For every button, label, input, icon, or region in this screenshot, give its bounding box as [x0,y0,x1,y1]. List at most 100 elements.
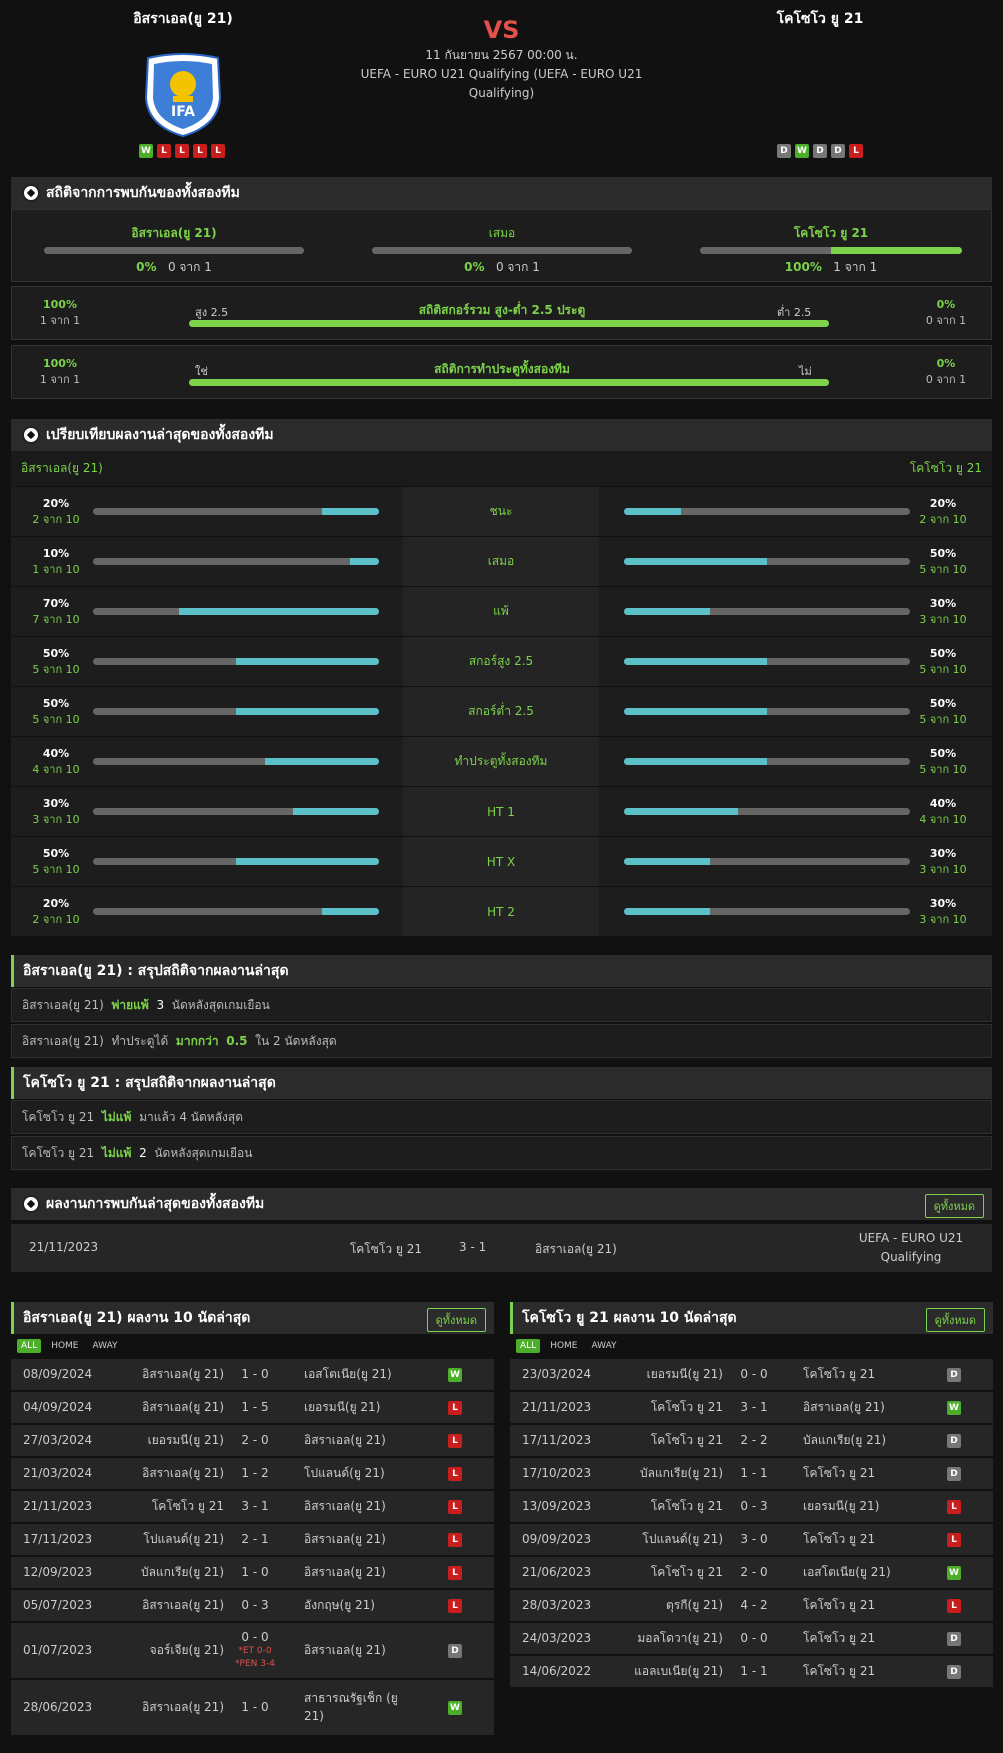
match-row[interactable]: 05/07/2023 อิสราเอล(ยู 21) 0 - 3 อังกฤษ(ยู … [11,1590,494,1621]
match-away[interactable]: บัลแกเรีย(ยู 21) [803,1425,913,1456]
match-row[interactable]: 23/03/2024 เยอรมนี(ยู 21) 0 - 0 โคโซโว ยู 2… [510,1359,993,1390]
match-away[interactable]: อังกฤษ(ยู 21) [304,1590,414,1621]
match-away[interactable]: อิสราเอล(ยู 21) [304,1557,414,1588]
compare-home-team[interactable]: อิสราเอล(ยู 21) [21,451,103,486]
home-pct: 70% 7 จาก 10 [26,596,86,628]
tab-home[interactable]: HOME [546,1339,581,1353]
match-away[interactable]: อิสราเอล(ยู 21) [304,1491,414,1522]
match-row[interactable]: 17/11/2023 โปแลนด์(ยู 21) 2 - 1 อิสราเอล(ยู… [11,1524,494,1555]
match-home[interactable]: โคโซโว ยู 21 [651,1557,723,1588]
home-team-logo[interactable]: IFA [140,52,226,138]
match-home[interactable]: อิสราเอล(ยู 21) [142,1359,224,1390]
away-bar-fill [624,758,767,765]
match-away[interactable]: โคโซโว ยู 21 [803,1524,913,1555]
match-home[interactable]: โคโซโว ยู 21 [651,1425,723,1456]
match-away[interactable]: อิสราเอล(ยู 21) [803,1392,913,1423]
match-away[interactable]: เอสโตเนีย(ยู 21) [304,1359,414,1390]
compare-label: HT 2 [403,887,599,936]
match-row[interactable]: 08/09/2024 อิสราเอล(ยู 21) 1 - 0 เอสโตเนีย(… [11,1359,494,1390]
recent-h2h-row[interactable]: 21/11/2023 โคโซโว ยู 21 3 - 1 อิสราเอล(ย… [11,1224,992,1272]
tab-away[interactable]: AWAY [89,1339,122,1353]
tab-home[interactable]: HOME [47,1339,82,1353]
home-pct-value: 50% [42,697,70,710]
match-row[interactable]: 04/09/2024 อิสราเอล(ยู 21) 1 - 5 เยอรมนี(ยู… [11,1392,494,1423]
match-home[interactable]: โปแลนด์(ยู 21) [143,1524,224,1555]
match-home[interactable]: โคโซโว ยู 21 [350,1240,422,1259]
match-home[interactable]: มอลโดวา(ยู 21) [637,1623,723,1654]
home-bar [93,908,379,915]
match-away[interactable]: โคโซโว ยู 21 [803,1656,913,1687]
match-home[interactable]: เยอรมนี(ยู 21) [148,1425,224,1456]
match-home[interactable]: อิสราเอล(ยู 21) [142,1458,224,1489]
compare-away-team[interactable]: โคโซโว ยู 21 [910,451,982,486]
match-date: 09/09/2023 [522,1532,592,1546]
home-pct-count: 2 จาก 10 [32,913,80,926]
h2h-draw-col: เสมอ 0% 0 จาก 1 [372,224,632,277]
match-home[interactable]: โคโซโว ยู 21 [152,1491,224,1522]
match-away[interactable]: เยอรมนี(ยู 21) [304,1392,414,1423]
home-bar [93,508,379,515]
match-home[interactable]: อิสราเอล(ยู 21) [142,1680,224,1735]
away-last10-title: โคโซโว ยู 21 ผลงาน 10 นัดล่าสุด [522,1310,737,1326]
match-row[interactable]: 01/07/2023 จอร์เจีย(ยู 21) 0 - 0 *ET 0-0 *P… [11,1623,494,1678]
match-away[interactable]: โคโซโว ยู 21 [803,1458,913,1489]
view-all-button[interactable]: ดูทั้งหมด [426,1308,486,1332]
home-summary-header: อิสราเอล(ยู 21) : สรุปสถิติจากผลงานล่าสุ… [11,955,992,987]
match-away[interactable]: เอสโตเนีย(ยู 21) [803,1557,913,1588]
match-home[interactable]: แอลเบเนีย(ยู 21) [634,1656,723,1687]
form-badge-w: W [139,144,153,158]
result-badge-w: W [448,1368,462,1382]
home-bar-fill [293,808,379,815]
match-row[interactable]: 28/03/2023 ตุรกี(ยู 21) 4 - 2 โคโซโว ยู 21 L [510,1590,993,1621]
match-date: 05/07/2023 [23,1598,93,1612]
match-home[interactable]: ตุรกี(ยู 21) [666,1590,723,1621]
match-home[interactable]: จอร์เจีย(ยู 21) [150,1623,224,1678]
match-row[interactable]: 13/09/2023 โคโซโว ยู 21 0 - 3 เยอรมนี(ยู 21… [510,1491,993,1522]
result-badge-d: D [947,1368,961,1382]
match-row[interactable]: 28/06/2023 อิสราเอล(ยู 21) 1 - 0 สาธารณรัฐเ… [11,1680,494,1735]
compare-row: 10% 1 จาก 10 เสมอ 50% 5 จาก 10 [11,537,992,587]
match-home[interactable]: บัลแกเรีย(ยู 21) [640,1458,723,1489]
home-pct: 50% 5 จาก 10 [26,696,86,728]
away-pct-count: 5 จาก 10 [919,763,967,776]
match-away[interactable]: โคโซโว ยู 21 [803,1623,913,1654]
match-score: 0 - 0 [740,1631,768,1645]
match-away[interactable]: โคโซโว ยู 21 [803,1590,913,1621]
match-home[interactable]: โคโซโว ยู 21 [651,1392,723,1423]
match-row[interactable]: 12/09/2023 บัลแกเรีย(ยู 21) 1 - 0 อิสราเอล(… [11,1557,494,1588]
match-row[interactable]: 21/06/2023 โคโซโว ยู 21 2 - 0 เอสโตเนีย(ยู … [510,1557,993,1588]
view-all-button[interactable]: ดูทั้งหมด [924,1194,984,1218]
match-home[interactable]: โคโซโว ยู 21 [651,1491,723,1522]
view-all-button[interactable]: ดูทั้งหมด [925,1308,985,1332]
btts-left: 100% 1 จาก 1 [39,357,81,386]
match-away[interactable]: เยอรมนี(ยู 21) [803,1491,913,1522]
match-row[interactable]: 17/10/2023 บัลแกเรีย(ยู 21) 1 - 1 โคโซโว ยู… [510,1458,993,1489]
tab-away[interactable]: AWAY [588,1339,621,1353]
match-away[interactable]: โปแลนด์(ยู 21) [304,1458,414,1489]
match-row[interactable]: 17/11/2023 โคโซโว ยู 21 2 - 2 บัลแกเรีย(ยู … [510,1425,993,1456]
match-row[interactable]: 21/11/2023 โคโซโว ยู 21 3 - 1 อิสราเอล(ยู 2… [510,1392,993,1423]
match-away[interactable]: อิสราเอล(ยู 21) [304,1524,414,1555]
match-row[interactable]: 21/03/2024 อิสราเอล(ยู 21) 1 - 2 โปแลนด์(ยู… [11,1458,494,1489]
match-date: 21/11/2023 [23,1499,93,1513]
match-away[interactable]: อิสราเอล(ยู 21) [535,1240,617,1259]
h2h-away-count: 1 จาก 1 [833,260,878,274]
tab-all[interactable]: ALL [17,1339,42,1353]
match-row[interactable]: 24/03/2023 มอลโดวา(ยู 21) 0 - 0 โคโซโว ยู 2… [510,1623,993,1654]
match-home[interactable]: อิสราเอล(ยู 21) [142,1590,224,1621]
home-pct: 10% 1 จาก 10 [26,546,86,578]
tab-all[interactable]: ALL [516,1339,541,1353]
match-row[interactable]: 21/11/2023 โคโซโว ยู 21 3 - 1 อิสราเอล(ยู 2… [11,1491,494,1522]
match-home[interactable]: บัลแกเรีย(ยู 21) [141,1557,224,1588]
match-home[interactable]: อิสราเอล(ยู 21) [142,1392,224,1423]
match-row[interactable]: 27/03/2024 เยอรมนี(ยู 21) 2 - 0 อิสราเอล(ยู… [11,1425,494,1456]
match-away[interactable]: สาธารณรัฐเช็ก (ยู 21) [304,1689,414,1725]
match-home[interactable]: เยอรมนี(ยู 21) [647,1359,723,1390]
match-away[interactable]: อิสราเอล(ยู 21) [304,1623,414,1678]
match-date: 11 กันยายน 2567 00:00 น. [425,48,578,62]
match-away[interactable]: อิสราเอล(ยู 21) [304,1425,414,1456]
match-row[interactable]: 14/06/2022 แอลเบเนีย(ยู 21) 1 - 1 โคโซโว ยู… [510,1656,993,1687]
match-away[interactable]: โคโซโว ยู 21 [803,1359,913,1390]
match-home[interactable]: โปแลนด์(ยู 21) [642,1524,723,1555]
match-row[interactable]: 09/09/2023 โปแลนด์(ยู 21) 3 - 0 โคโซโว ยู 2… [510,1524,993,1555]
